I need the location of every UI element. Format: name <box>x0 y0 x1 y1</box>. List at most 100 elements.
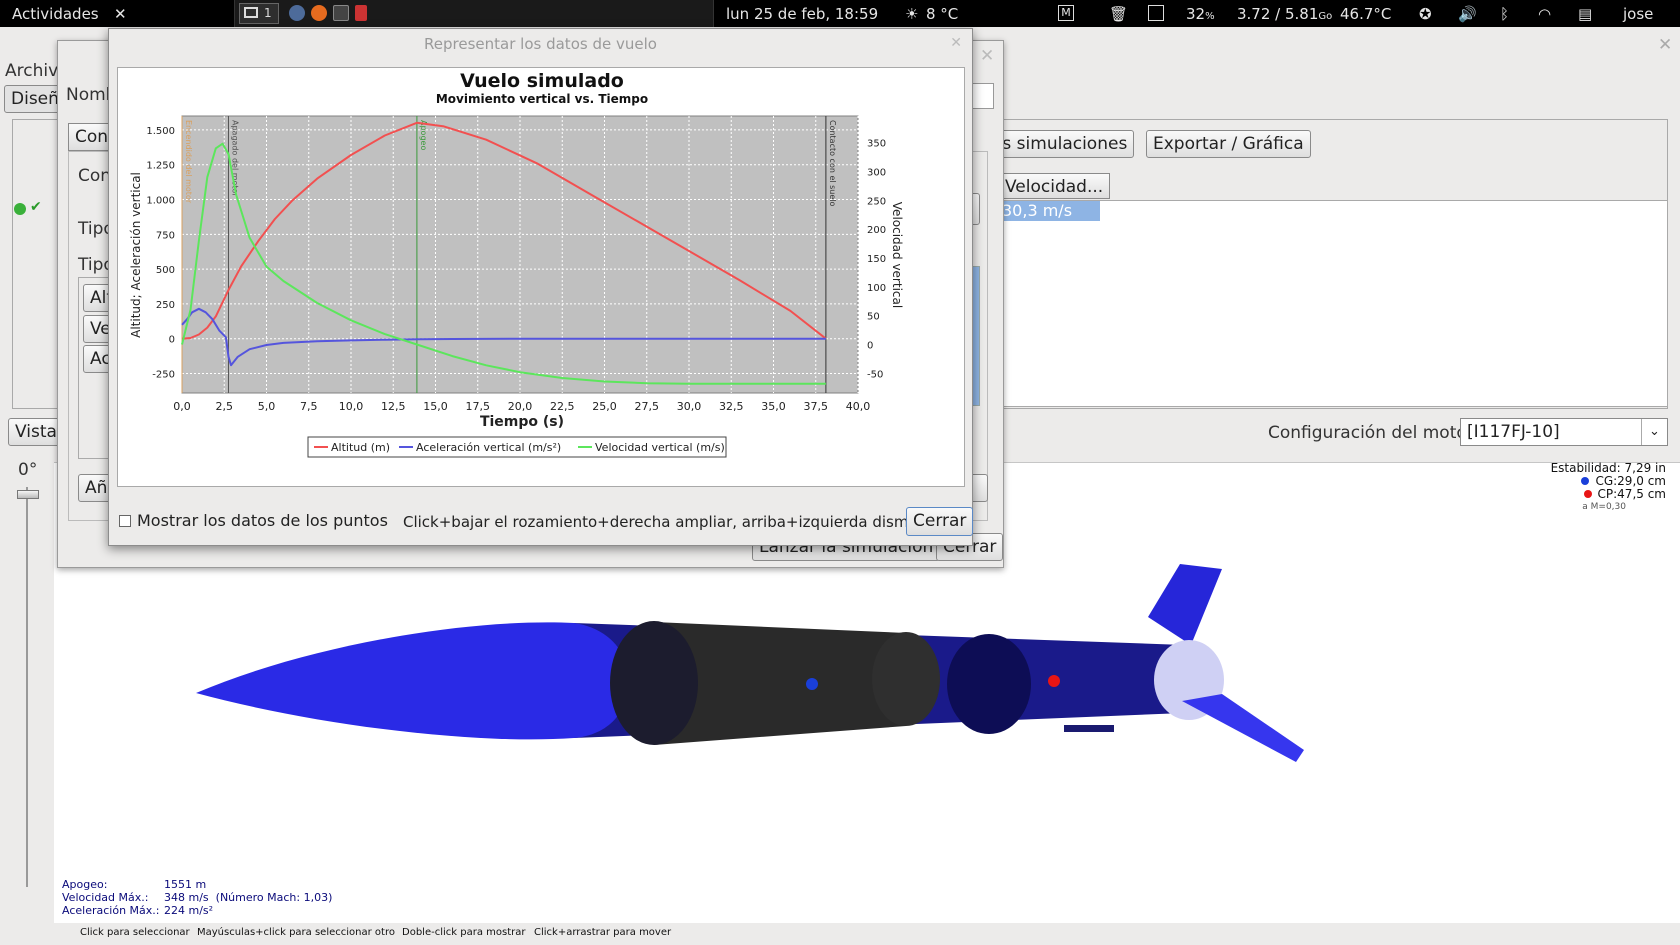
run-simulations-button[interactable]: as simulaciones <box>985 130 1135 158</box>
x-tick-label: 2,5 <box>216 400 234 413</box>
y-right-tick-label: 100 <box>867 283 886 294</box>
ok-circle-icon <box>14 203 26 215</box>
add-button-label: Añ <box>85 478 108 498</box>
clipboard-icon[interactable]: ▤ <box>1578 5 1592 23</box>
y-left-tick-label: 750 <box>156 230 175 241</box>
close-plot-label: Cerrar <box>913 511 967 531</box>
monitor-graph-icon[interactable] <box>1148 5 1164 21</box>
simulations-table <box>985 200 1668 407</box>
tab-conditions-label: Con <box>75 127 109 147</box>
bottom-fin[interactable] <box>1182 694 1304 762</box>
chart-svg[interactable]: Vuelo simuladoMovimiento vertical vs. Ti… <box>118 68 966 488</box>
rotation-angle: 0° <box>18 460 38 480</box>
y-right-tick-label: 200 <box>867 225 886 236</box>
coupler-rear-ring[interactable] <box>872 632 940 726</box>
x-tick-label: 20,0 <box>508 400 533 413</box>
accessibility-icon[interactable]: ✪ <box>1419 5 1432 23</box>
clock[interactable]: lun 25 de feb, 18:59 <box>726 5 878 23</box>
cpu-readout: 32% <box>1186 5 1215 23</box>
launch-lug[interactable] <box>1064 725 1114 732</box>
globe-icon[interactable] <box>289 5 305 21</box>
vista-button[interactable]: Vista <box>8 418 64 446</box>
workspace-indicator[interactable]: 1 <box>239 3 279 24</box>
cp-icon <box>1583 490 1592 498</box>
x-tick-label: 35,0 <box>761 400 786 413</box>
cg-icon <box>1581 477 1590 485</box>
check-icon: ✔ <box>30 199 42 215</box>
amax-value: 224 m/s² <box>164 904 214 917</box>
amax-row: Aceleración Máx.: 224 m/s² <box>62 904 332 917</box>
weather-temp[interactable]: 8 °C <box>926 5 958 23</box>
x-tick-label: 22,5 <box>550 400 575 413</box>
apogee-value: 1551 m <box>164 878 207 891</box>
chart-area[interactable]: Vuelo simulado Movimiento vertical vs. Ti… <box>117 67 965 487</box>
cpu-unit: % <box>1205 11 1215 22</box>
status-hint-drag: Click+arrastrar para mover <box>534 927 672 938</box>
status-indicator: ✔ <box>14 199 46 217</box>
terminal-icon[interactable] <box>333 5 349 21</box>
export-plot-button[interactable]: Exportar / Gráfica <box>1146 130 1311 158</box>
activities-button[interactable]: Actividades <box>12 5 99 23</box>
y-right-tick-label: -50 <box>867 369 883 380</box>
nombre-input[interactable] <box>970 83 994 109</box>
cg-marker <box>806 678 818 690</box>
show-points-row[interactable]: Mostrar los datos de los puntos <box>119 511 388 530</box>
legend-entry: Aceleración vertical (m/s²) <box>416 441 561 454</box>
close-dialog-icon[interactable]: ✕ <box>980 46 994 66</box>
load-unit: Go <box>1318 11 1333 22</box>
export-plot-label: Exportar / Gráfica <box>1153 134 1304 154</box>
firefox-icon[interactable] <box>311 5 327 21</box>
top-panel: Actividades ✕ 1 lun 25 de feb, 18:59 ☀ 8… <box>0 0 1680 27</box>
motor-config-label: Configuración del motor <box>1268 423 1474 443</box>
vmax-label: Velocidad Máx.: <box>62 891 149 904</box>
y-left-tick-label: 250 <box>156 300 175 311</box>
mach-note: a M=0,30 <box>1582 502 1626 512</box>
wifi-icon[interactable]: ◠ <box>1538 5 1551 23</box>
x-tick-label: 30,0 <box>677 400 702 413</box>
plot-flight-data-dialog: Representar los datos de vuelo ✕ Vuelo s… <box>108 28 974 546</box>
vmax-row: Velocidad Máx.: 348 m/s (Número Mach: 1,0… <box>62 891 332 904</box>
show-points-checkbox[interactable] <box>119 515 131 527</box>
rear-inner-ring[interactable] <box>947 634 1031 734</box>
y-left-tick-label: 500 <box>156 265 175 276</box>
x-tick-label: 0,0 <box>173 400 191 413</box>
chart-title: Vuelo simulado <box>460 70 624 92</box>
nose-cone[interactable] <box>196 622 629 740</box>
coupler-front-ring[interactable] <box>610 621 698 745</box>
cp-row: CP:47,5 cm <box>1551 488 1666 501</box>
flight-summary: Apogeo: 1551 m Velocidad Máx.: 348 m/s (Nú… <box>62 878 332 917</box>
table-cell-velocidad[interactable]: 30,3 m/s <box>998 201 1100 221</box>
indicator-icon[interactable]: M <box>1058 5 1074 21</box>
x-tick-label: 37,5 <box>804 400 829 413</box>
volume-icon[interactable]: 🔊 <box>1458 5 1477 23</box>
status-bar: Click para seleccionar Mayúsculas+click … <box>0 923 1680 945</box>
user-menu[interactable]: jose <box>1623 5 1653 23</box>
legend-entry: Velocidad vertical (m/s) <box>595 441 725 454</box>
motor-config-select[interactable]: [I117FJ-10] ⌄ <box>1460 418 1668 446</box>
x-tick-label: 32,5 <box>719 400 744 413</box>
java-icon[interactable] <box>355 5 367 21</box>
x-tick-label: 7,5 <box>300 400 318 413</box>
y-left-tick-label: 0 <box>169 335 175 346</box>
bluetooth-icon[interactable]: ᛒ <box>1500 5 1509 23</box>
event-label: Encendido del motor <box>184 120 193 204</box>
close-window-icon[interactable]: ✕ <box>1658 35 1672 55</box>
cp-value: CP:47,5 cm <box>1597 487 1666 501</box>
y-right-tick-label: 0 <box>867 341 873 352</box>
close-plot-button[interactable]: Cerrar <box>906 507 974 536</box>
y-left-tick-label: 1.250 <box>146 161 175 172</box>
top-fin[interactable] <box>1148 564 1222 645</box>
trash-icon[interactable]: 🗑 <box>1109 5 1128 23</box>
y-right-tick-label: 50 <box>867 312 880 323</box>
monitor-icon <box>244 7 258 18</box>
rotation-slider-handle[interactable] <box>17 490 39 499</box>
cpu-value: 32 <box>1186 5 1206 23</box>
x-tick-label: 5,0 <box>258 400 276 413</box>
y-right-axis-label: Velocidad vertical <box>890 202 904 308</box>
rotation-slider[interactable] <box>26 487 28 887</box>
close-plot-icon[interactable]: ✕ <box>950 35 962 51</box>
vmax-mach: (Número Mach: 1,03) <box>215 891 333 904</box>
close-icon[interactable]: ✕ <box>114 5 127 23</box>
y-left-tick-label: -250 <box>152 370 175 381</box>
column-header-velocidad[interactable]: Velocidad... <box>998 173 1111 199</box>
